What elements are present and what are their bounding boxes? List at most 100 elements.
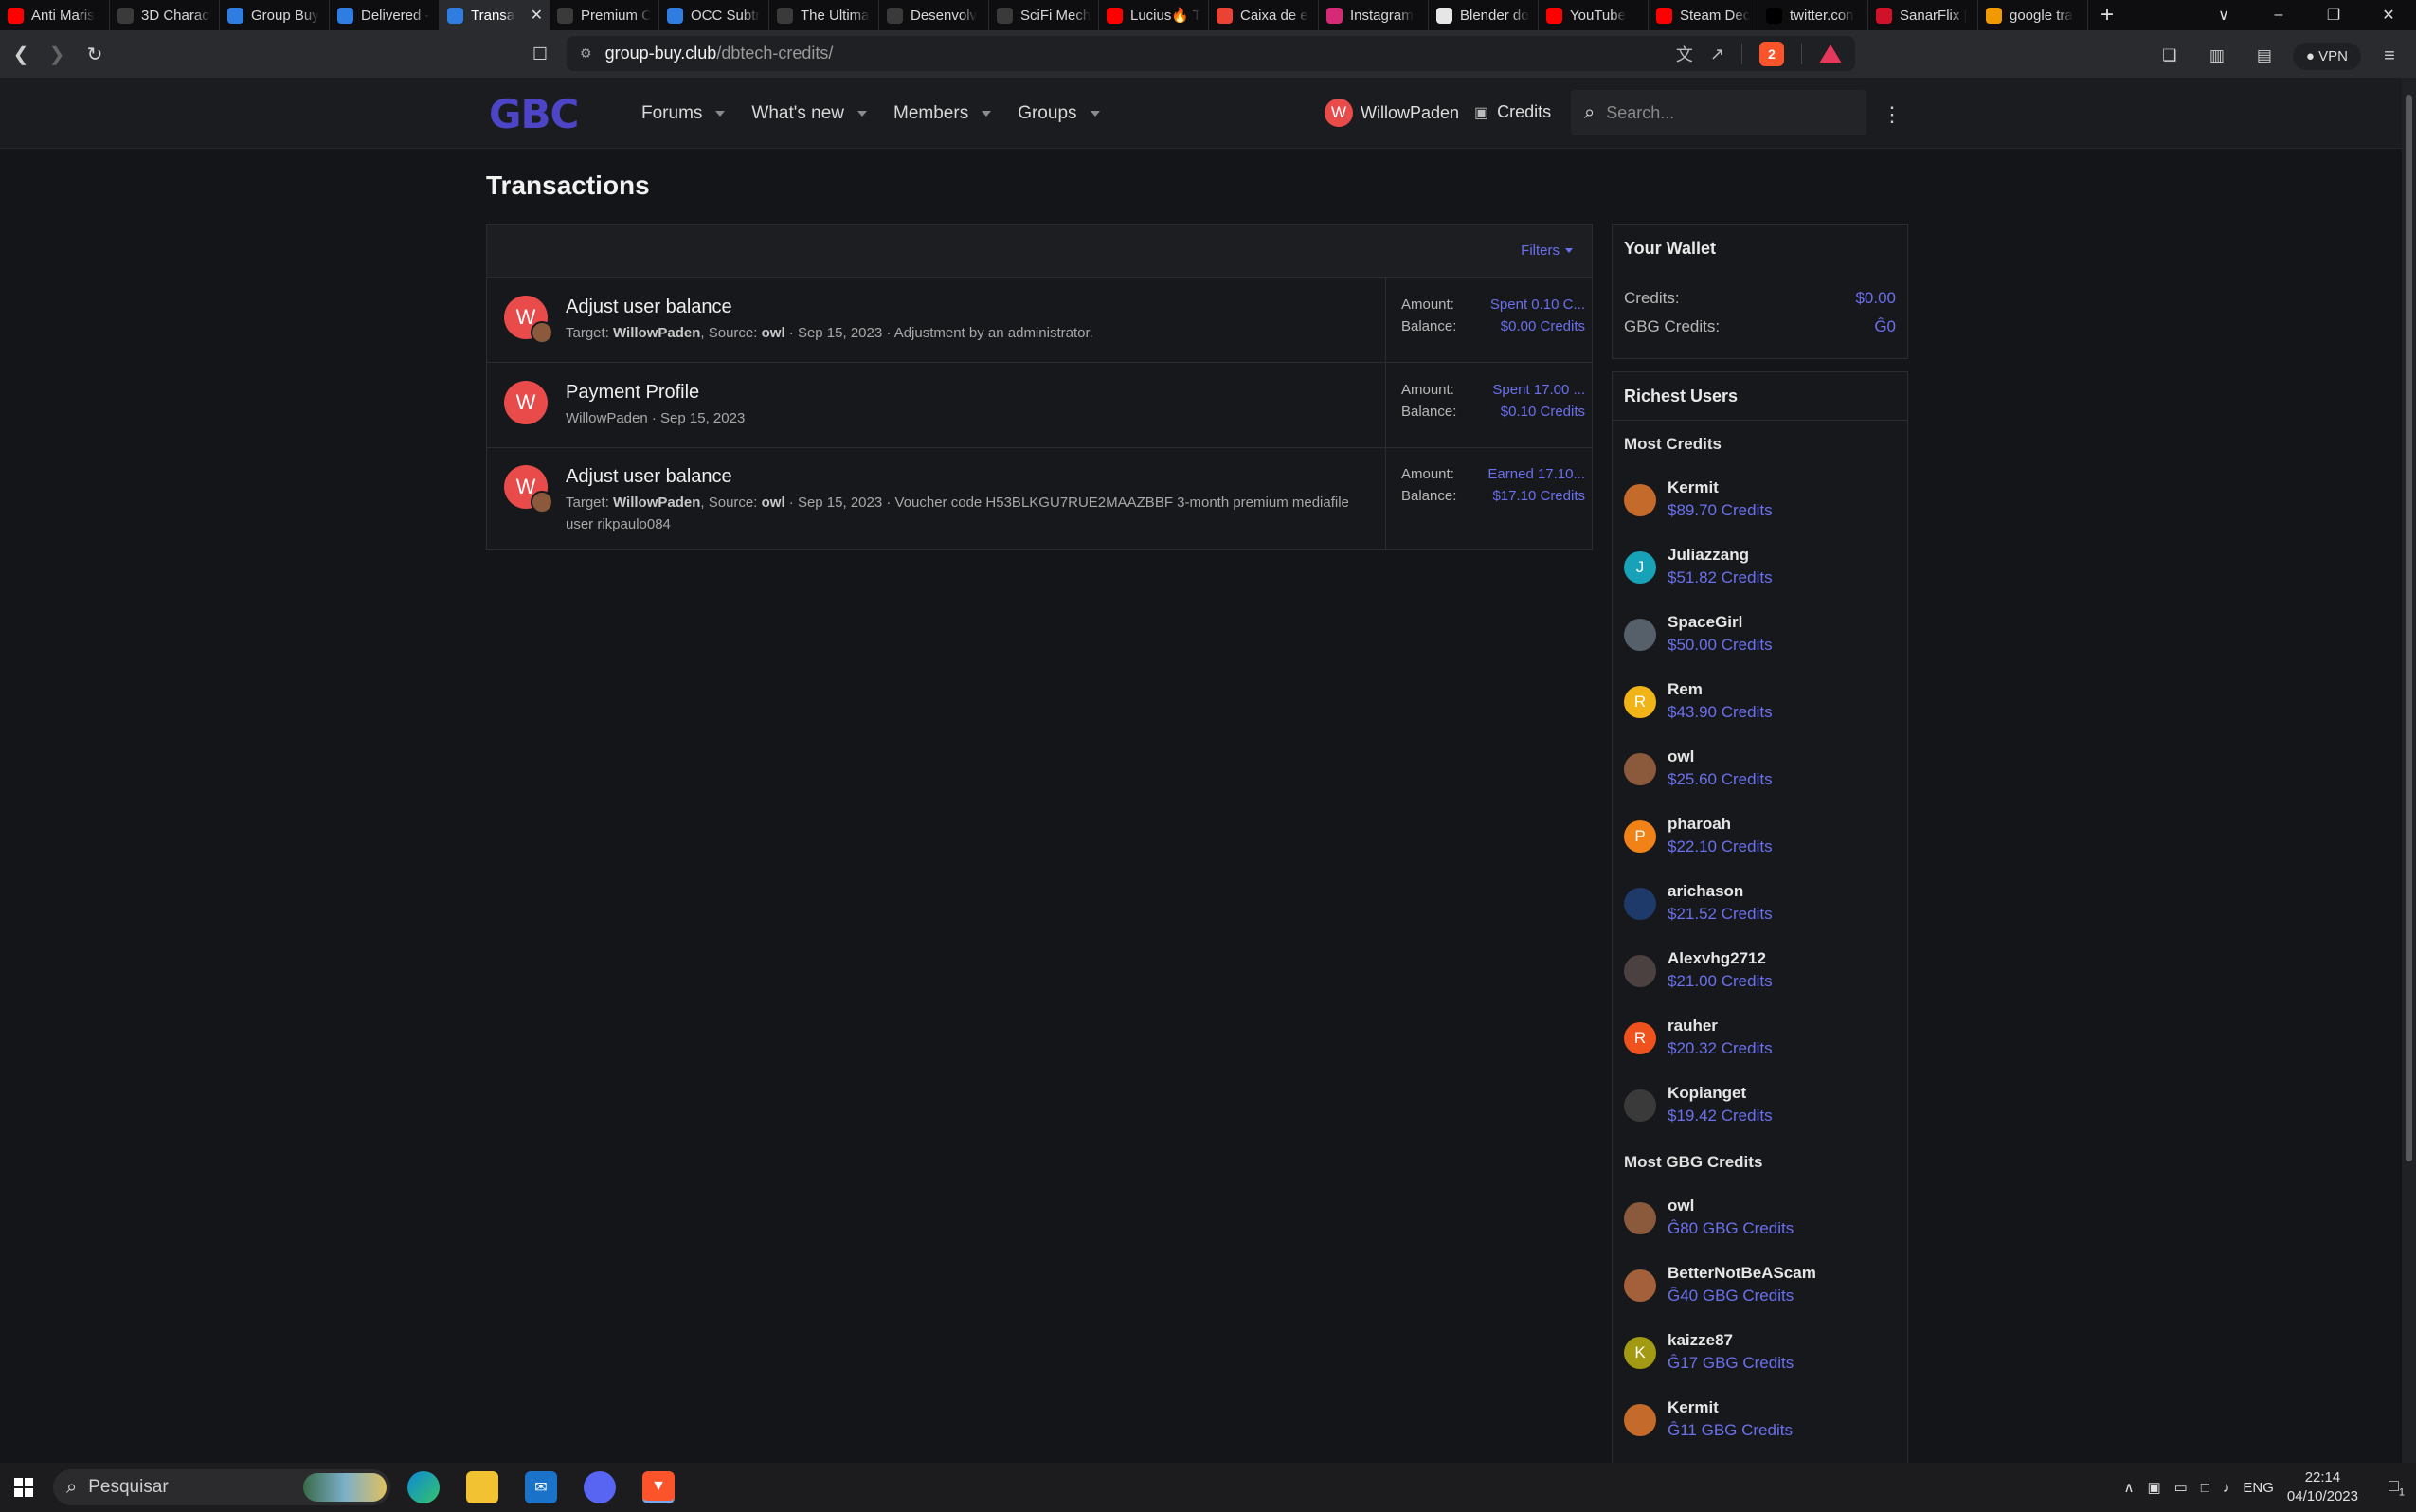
transaction-title[interactable]: Adjust user balance: [566, 466, 732, 488]
vpn-button[interactable]: ● VPN: [2292, 42, 2361, 70]
nav-members[interactable]: Members: [893, 103, 992, 124]
source-link[interactable]: owl: [762, 325, 785, 341]
avatar[interactable]: [1624, 619, 1656, 651]
chevron-down-icon[interactable]: [715, 110, 726, 117]
menu-icon[interactable]: ≡: [2371, 37, 2408, 75]
user-name[interactable]: owl: [1668, 746, 1773, 767]
browser-tab[interactable]: Blender do: [1429, 0, 1539, 30]
browser-tab[interactable]: Steam Dec: [1649, 0, 1758, 30]
source-avatar[interactable]: [531, 491, 553, 513]
browser-tab[interactable]: SanarFlix |: [1868, 0, 1978, 30]
browser-tab[interactable]: Caixa de e: [1209, 0, 1319, 30]
source-link[interactable]: owl: [762, 495, 785, 511]
avatar[interactable]: [1624, 888, 1656, 920]
avatar[interactable]: K: [1624, 1337, 1656, 1369]
clock[interactable]: 22:14 04/10/2023: [2287, 1468, 2358, 1506]
close-window-icon[interactable]: ✕: [2361, 0, 2416, 30]
avatar[interactable]: [1624, 955, 1656, 987]
wallet-credits-value[interactable]: $0.00: [1855, 289, 1896, 308]
target-link[interactable]: WillowPaden: [613, 495, 700, 511]
close-tab-icon[interactable]: ✕: [531, 6, 543, 25]
avatar[interactable]: R: [1624, 686, 1656, 718]
back-button[interactable]: ❮: [2, 35, 40, 73]
nav-whats-new[interactable]: What's new: [751, 103, 868, 124]
browser-tab[interactable]: Anti Maris: [0, 0, 110, 30]
account-menu[interactable]: W WillowPaden: [1325, 99, 1459, 127]
forward-button[interactable]: ❯: [38, 35, 76, 73]
mail-icon[interactable]: ✉: [525, 1471, 557, 1503]
browser-tab[interactable]: google tra: [1978, 0, 2088, 30]
browser-tab[interactable]: SciFi Mech: [989, 0, 1099, 30]
list-item[interactable]: arichason $21.52 Credits: [1624, 880, 1773, 926]
browser-tab[interactable]: Desenvolv: [879, 0, 989, 30]
browser-tab[interactable]: twitter.con: [1758, 0, 1868, 30]
browser-tab[interactable]: Delivered -: [330, 0, 440, 30]
sidebar-icon[interactable]: ▥: [2198, 37, 2236, 75]
chevron-down-icon[interactable]: [1090, 110, 1100, 117]
wallet-gbg-value[interactable]: Ĝ0: [1874, 317, 1896, 336]
list-item[interactable]: Rrauher $20.32 Credits: [1624, 1015, 1773, 1060]
nav-groups[interactable]: Groups: [1018, 103, 1100, 124]
chevron-up-icon[interactable]: ∧: [2123, 1479, 2134, 1496]
tab-search-icon[interactable]: ∨: [2196, 0, 2251, 30]
chevron-down-icon[interactable]: [982, 110, 992, 117]
avatar[interactable]: R: [1624, 1022, 1656, 1054]
avatar[interactable]: [1624, 753, 1656, 785]
user-name[interactable]: Alexvhg2712: [1668, 947, 1773, 969]
volume-icon[interactable]: ♪: [2223, 1480, 2230, 1496]
browser-tab[interactable]: OCC Subtr: [659, 0, 769, 30]
reload-button[interactable]: ↻: [76, 35, 114, 73]
device-icon[interactable]: ▣: [2147, 1479, 2160, 1496]
list-item[interactable]: Alexvhg2712 $21.00 Credits: [1624, 947, 1773, 993]
source-avatar[interactable]: [531, 321, 553, 344]
file-explorer-icon[interactable]: [466, 1471, 498, 1503]
avatar[interactable]: [1624, 1202, 1656, 1234]
transaction-title[interactable]: Adjust user balance: [566, 297, 732, 318]
browser-tab[interactable]: 3D Characte: [110, 0, 220, 30]
avatar[interactable]: J: [1624, 551, 1656, 584]
scrollbar-thumb[interactable]: [2406, 95, 2412, 1161]
user-name[interactable]: Kermit: [1668, 477, 1773, 498]
user-name[interactable]: kaizze87: [1668, 1329, 1794, 1351]
restore-icon[interactable]: ❐: [2306, 0, 2361, 30]
taskbar-search[interactable]: ⌕ Pesquisar: [53, 1469, 390, 1505]
more-options-icon[interactable]: ⋮: [1882, 102, 1902, 127]
list-item[interactable]: Kermit Ĝ11 GBG Credits: [1624, 1396, 1793, 1442]
avatar[interactable]: [1624, 1269, 1656, 1302]
avatar[interactable]: W: [504, 381, 548, 424]
translate-icon[interactable]: 文: [1676, 42, 1693, 66]
browser-tab[interactable]: Instagram: [1319, 0, 1429, 30]
list-item[interactable]: J Juliazzang $51.82 Credits: [1624, 544, 1773, 589]
credits-link[interactable]: ▣ Credits: [1474, 102, 1551, 122]
site-info-icon[interactable]: ⚙: [580, 45, 592, 62]
user-name[interactable]: arichason: [1668, 880, 1773, 902]
edge-icon[interactable]: [407, 1471, 440, 1503]
user-name[interactable]: owl: [1668, 1195, 1794, 1216]
list-item[interactable]: Kermit $89.70 Credits: [1624, 477, 1773, 522]
address-bar[interactable]: ⚙ group-buy.club/dbtech-credits/ 文 ↗ 2: [567, 36, 1855, 71]
list-item[interactable]: Ppharoah $22.10 Credits: [1624, 813, 1773, 858]
notifications-icon[interactable]: □1: [2389, 1476, 2405, 1499]
avatar[interactable]: [1624, 484, 1656, 516]
list-item[interactable]: Kkaizze87 Ĝ17 GBG Credits: [1624, 1329, 1794, 1375]
brave-browser-icon[interactable]: ▼: [642, 1471, 675, 1503]
wallet-icon[interactable]: ▤: [2245, 37, 2283, 75]
user-name[interactable]: Kermit: [1668, 1396, 1793, 1418]
page-scrollbar[interactable]: [2402, 78, 2416, 1463]
list-item[interactable]: Kopianget $19.42 Credits: [1624, 1082, 1773, 1127]
browser-tab[interactable]: YouTube: [1539, 0, 1649, 30]
brave-rewards-icon[interactable]: [1819, 45, 1842, 63]
avatar[interactable]: [1624, 1089, 1656, 1122]
user-name[interactable]: Kopianget: [1668, 1082, 1773, 1104]
new-tab-button[interactable]: +: [2088, 0, 2126, 30]
discord-icon[interactable]: [584, 1471, 616, 1503]
filters-button[interactable]: Filters: [1521, 243, 1573, 259]
target-link[interactable]: WillowPaden: [613, 325, 700, 341]
site-logo[interactable]: GBC: [489, 91, 579, 137]
network-icon[interactable]: □: [2201, 1480, 2209, 1496]
share-icon[interactable]: ↗: [1710, 45, 1724, 64]
browser-tab[interactable]: Group Buy: [220, 0, 330, 30]
list-item[interactable]: owl $25.60 Credits: [1624, 746, 1773, 791]
brave-shields-icon[interactable]: 2: [1759, 42, 1784, 66]
user-name[interactable]: SpaceGirl: [1668, 611, 1773, 633]
